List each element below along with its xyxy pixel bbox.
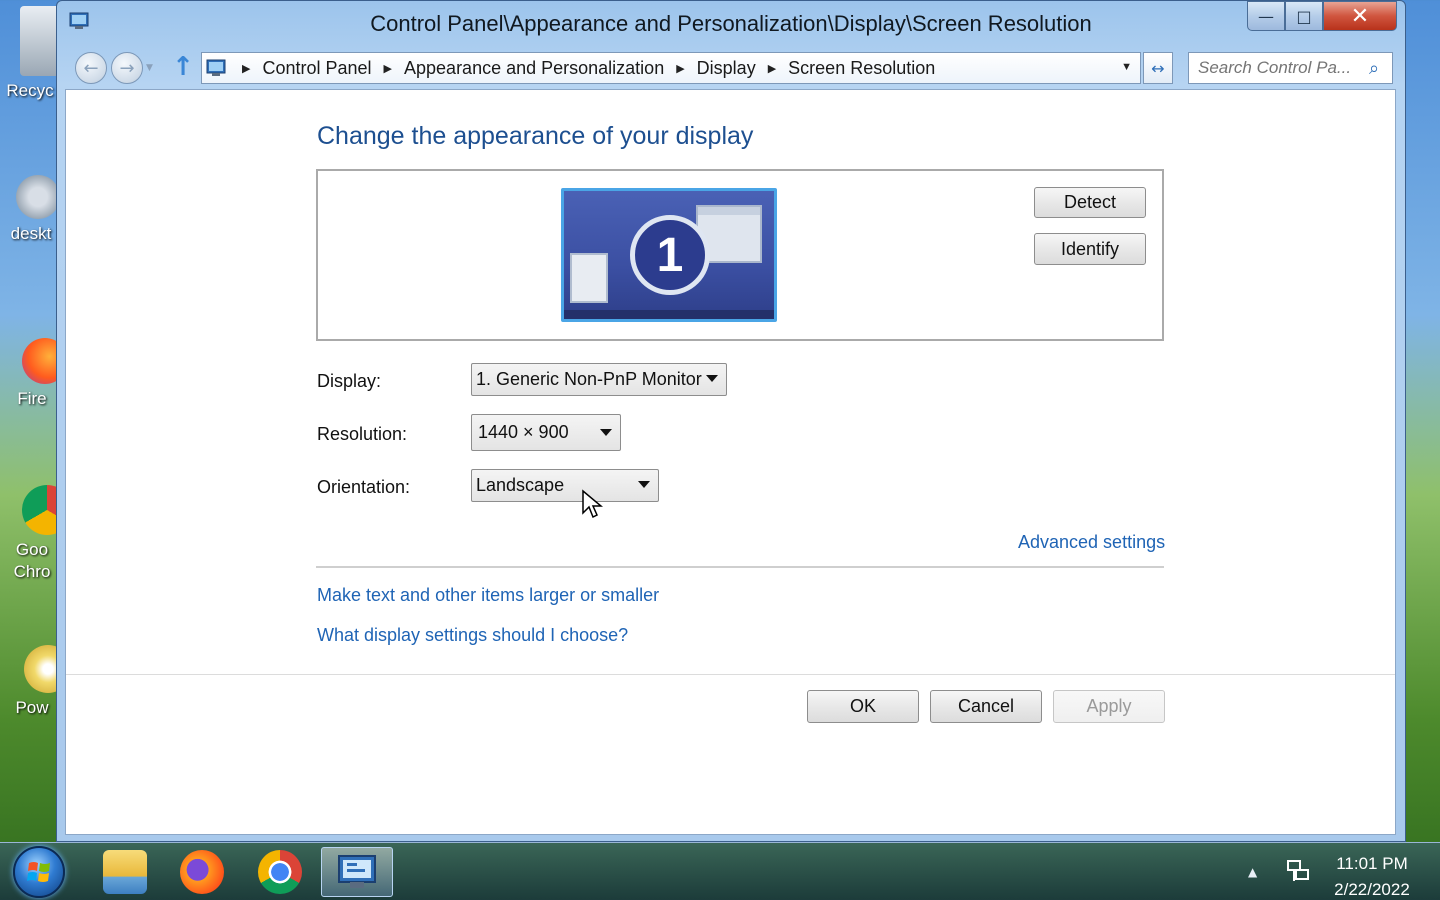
text-size-link[interactable]: Make text and other items larger or smal… — [317, 585, 659, 606]
up-button[interactable]: ↑ — [171, 53, 195, 81]
control-panel-icon — [206, 59, 226, 76]
recycle-bin-icon — [20, 6, 60, 76]
search-icon[interactable]: ⌕ — [1369, 58, 1379, 79]
mouse-cursor-icon — [582, 489, 603, 519]
window-title: Control Panel\Appearance and Personaliza… — [370, 11, 1092, 36]
windows-logo-icon — [27, 862, 50, 882]
orientation-select[interactable]: Landscape — [471, 469, 659, 502]
cancel-button[interactable]: Cancel — [930, 690, 1042, 723]
chevron-right-icon[interactable]: ▶ — [384, 62, 392, 75]
chevron-down-icon — [600, 429, 612, 436]
recent-pages-dropdown[interactable]: ▼ — [146, 63, 153, 73]
apply-button[interactable]: Apply — [1053, 690, 1165, 723]
back-button[interactable]: ← — [75, 52, 107, 84]
navigation-bar: ← → ▼ ↑ ▶ Control Panel ▶ Appearance and… — [57, 47, 1405, 89]
monitor-1-thumbnail[interactable]: 1 — [561, 188, 777, 322]
display-help-link[interactable]: What display settings should I choose? — [317, 625, 628, 646]
chevron-down-icon — [706, 375, 718, 382]
orientation-label: Orientation: — [317, 477, 411, 497]
breadcrumb: ▶ Control Panel ▶ Appearance and Persona… — [236, 58, 935, 79]
search-box[interactable]: ⌕ — [1188, 52, 1393, 84]
monitor-number-badge: 1 — [630, 215, 710, 295]
gear-icon — [16, 175, 60, 219]
control-panel-icon — [338, 855, 376, 888]
start-button[interactable] — [13, 846, 65, 898]
firefox-icon — [180, 850, 224, 894]
breadcrumb-screen-resolution[interactable]: Screen Resolution — [788, 58, 935, 79]
refresh-button[interactable]: ↔ — [1143, 52, 1173, 84]
clock-time: 11:01 PM — [1336, 854, 1408, 873]
monitor-window-graphic — [570, 253, 608, 303]
taskbar-control-panel[interactable] — [321, 847, 393, 897]
content-pane: Change the appearance of your display 1 … — [65, 89, 1396, 835]
resolution-select-value: 1440 × 900 — [478, 422, 569, 442]
address-bar[interactable]: ▶ Control Panel ▶ Appearance and Persona… — [201, 52, 1141, 84]
system-clock[interactable]: 11:01 PM 2/22/2022 — [1320, 851, 1424, 900]
minimize-button[interactable]: — — [1247, 1, 1285, 31]
folder-icon — [103, 850, 147, 894]
close-button[interactable]: ✕ — [1323, 1, 1397, 31]
detect-button[interactable]: Detect — [1034, 187, 1146, 218]
search-input[interactable] — [1198, 58, 1363, 78]
display-select-value: 1. Generic Non-PnP Monitor — [476, 369, 702, 389]
ok-button[interactable]: OK — [807, 690, 919, 723]
clock-date: 2/22/2022 — [1334, 880, 1410, 899]
screen-resolution-window: Control Panel\Appearance and Personaliza… — [56, 0, 1406, 842]
orientation-select-value: Landscape — [476, 475, 565, 495]
advanced-settings-link[interactable]: Advanced settings — [1018, 532, 1165, 553]
section-divider — [316, 566, 1164, 568]
chevron-down-icon — [638, 481, 650, 488]
page-title: Change the appearance of your display — [317, 122, 754, 150]
chevron-right-icon[interactable]: ▶ — [768, 62, 776, 75]
display-label: Display: — [317, 371, 382, 391]
monitor-taskbar-graphic — [564, 310, 774, 319]
chevron-right-icon[interactable]: ▶ — [242, 62, 250, 75]
taskbar-chrome[interactable] — [244, 847, 316, 897]
resolution-label: Resolution: — [317, 424, 408, 444]
identify-button[interactable]: Identify — [1034, 233, 1146, 265]
display-select[interactable]: 1. Generic Non-PnP Monitor — [471, 363, 727, 396]
chevron-right-icon[interactable]: ▶ — [676, 62, 684, 75]
breadcrumb-appearance[interactable]: Appearance and Personalization — [404, 58, 664, 79]
show-hidden-icons-button[interactable]: ▲ — [1248, 865, 1257, 879]
forward-button[interactable]: → — [111, 52, 143, 84]
resolution-select[interactable]: 1440 × 900 — [471, 414, 621, 451]
title-bar[interactable]: Control Panel\Appearance and Personaliza… — [57, 1, 1405, 47]
maximize-button[interactable]: □ — [1285, 1, 1323, 31]
taskbar-file-explorer[interactable] — [89, 847, 161, 897]
footer-divider — [66, 674, 1395, 675]
chrome-icon — [258, 850, 302, 894]
breadcrumb-display[interactable]: Display — [697, 58, 756, 79]
address-dropdown-icon[interactable]: ▼ — [1121, 61, 1132, 73]
display-arrangement-area: 1 Detect Identify — [316, 169, 1164, 341]
network-icon[interactable] — [1285, 859, 1311, 883]
taskbar-firefox[interactable] — [166, 847, 238, 897]
taskbar: ▲ 11:01 PM 2/22/2022 — [0, 842, 1440, 900]
breadcrumb-control-panel[interactable]: Control Panel — [262, 58, 371, 79]
